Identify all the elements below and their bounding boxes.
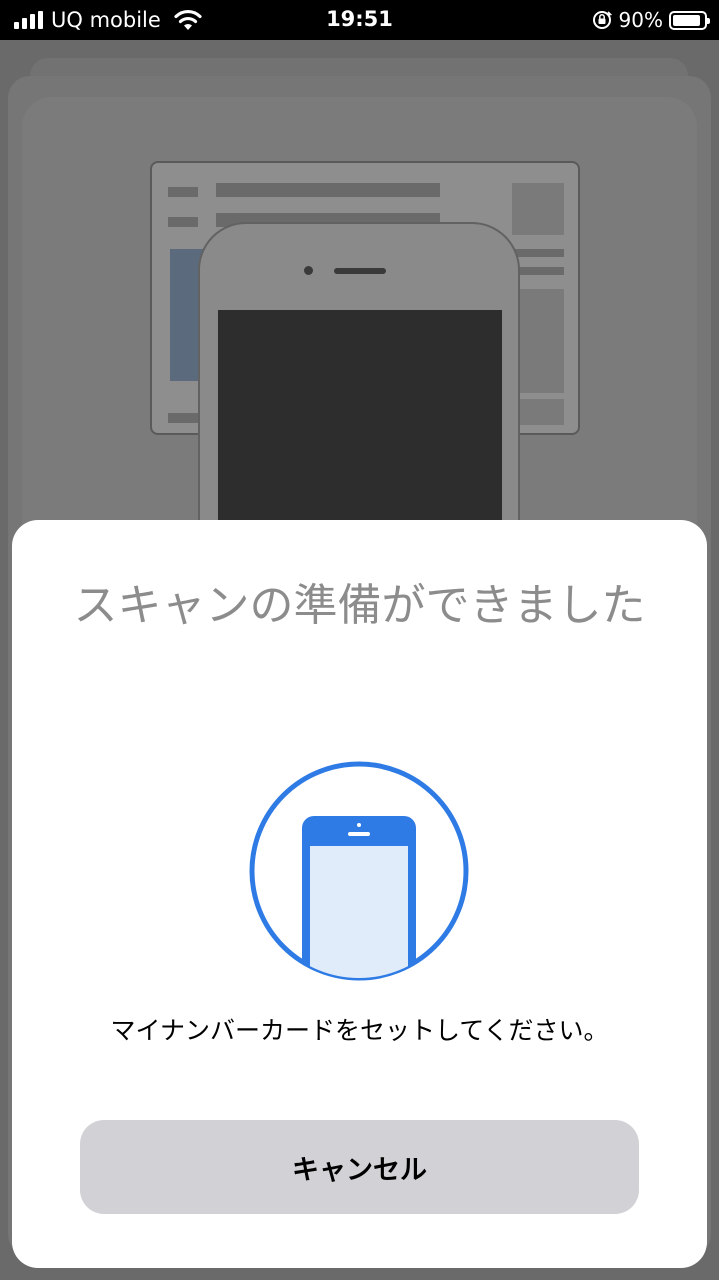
cancel-button[interactable]: キャンセル <box>80 1120 639 1214</box>
battery-icon <box>669 10 710 30</box>
battery-percent: 90% <box>618 8 663 32</box>
scan-sheet: スキャンの準備ができました マイナンバーカードをセットしてください。 キャンセル <box>12 520 707 1268</box>
status-right: 90% <box>591 6 710 34</box>
sheet-title: スキャンの準備ができました <box>73 580 646 631</box>
phone-icon <box>249 761 469 981</box>
orientation-lock-icon <box>592 11 612 29</box>
status-bar: UQ mobile 19:51 90% <box>0 0 719 40</box>
battery-fill <box>673 14 700 26</box>
instruction-text: マイナンバーカードをセットしてください。 <box>110 1016 609 1045</box>
